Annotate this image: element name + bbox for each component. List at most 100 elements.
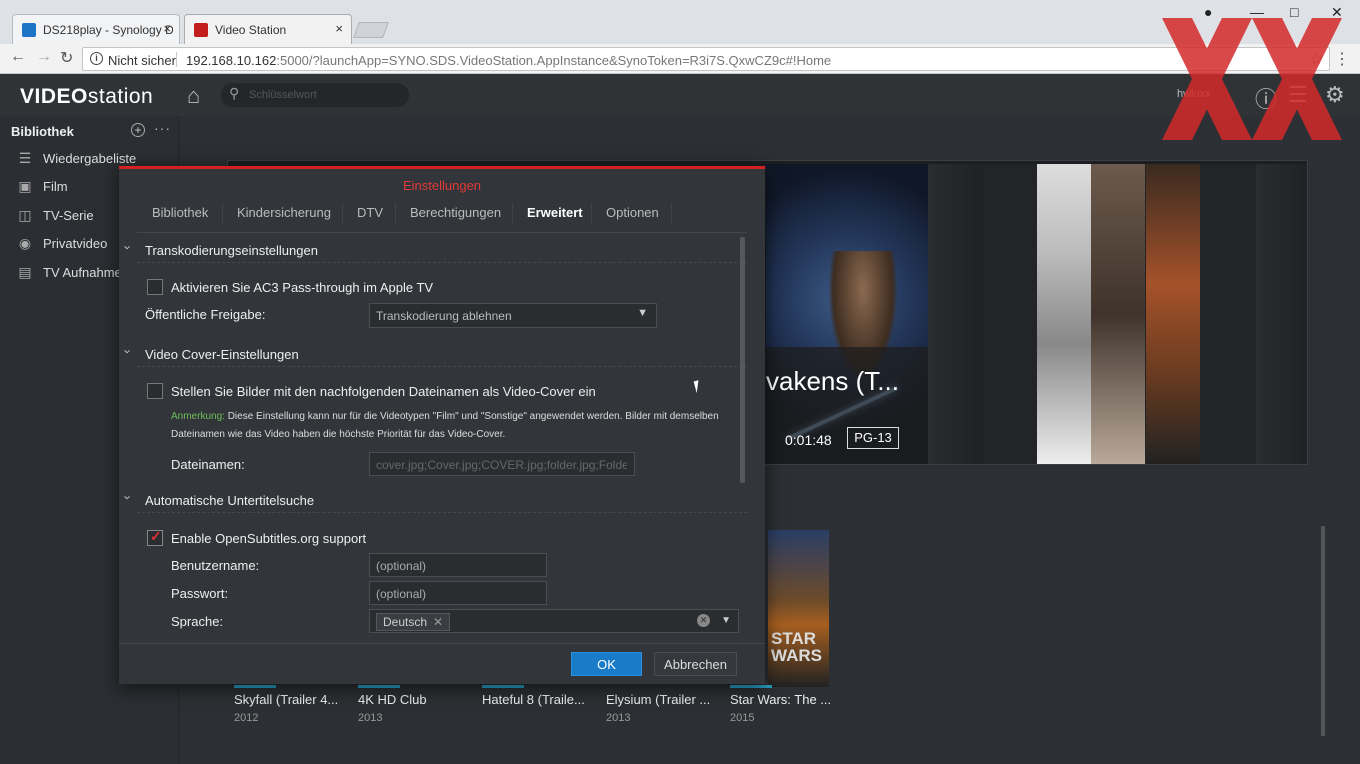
section-divider <box>137 262 747 263</box>
section-transcoding[interactable]: › Transkodierungseinstellungen <box>121 243 318 258</box>
dialog-scrollbar[interactable] <box>740 237 745 483</box>
thumbnail-year: 2012 <box>234 712 259 724</box>
clear-icon[interactable]: ✕ <box>697 614 710 627</box>
browser-menu-icon[interactable]: ⋮ <box>1334 49 1350 69</box>
section-title: Video Cover-Einstellungen <box>145 347 299 362</box>
opensubtitles-checkbox[interactable]: ✓ <box>147 528 163 546</box>
filenames-label: Dateinamen: <box>171 457 245 472</box>
filenames-input[interactable] <box>376 457 627 472</box>
sidebar-item-label: TV Aufnahme <box>43 265 122 280</box>
thumbnail-title: Star Wars: The ... <box>730 692 832 707</box>
tab-options[interactable]: Optionen <box>606 205 659 220</box>
browser-tab-dsm[interactable]: DS218play - Synology D × <box>12 14 180 44</box>
url-text[interactable]: 192.168.10.162:5000/?launchApp=SYNO.SDS.… <box>186 53 831 68</box>
add-library-icon[interactable]: + <box>131 123 145 137</box>
progress-bar <box>234 685 276 688</box>
progress-bar <box>482 685 524 688</box>
filenames-field[interactable] <box>369 452 635 476</box>
chevron-down-icon[interactable]: ▼ <box>721 615 731 626</box>
tasks-icon[interactable]: ☰ <box>1288 82 1308 108</box>
settings-gear-icon[interactable]: ⚙ <box>1325 82 1345 108</box>
dsm-favicon-icon <box>22 23 36 37</box>
back-icon[interactable]: ← <box>10 48 26 66</box>
tab-parental-control[interactable]: Kindersicherung <box>237 205 331 220</box>
language-label: Sprache: <box>171 614 224 629</box>
footer-divider <box>119 643 765 644</box>
divider <box>176 52 177 67</box>
chevron-down-icon: ▼ <box>637 307 648 319</box>
search-box[interactable]: ⚲ <box>221 83 409 107</box>
browser-tab-video-station[interactable]: Video Station × <box>184 14 352 44</box>
forward-icon[interactable]: → <box>36 48 52 66</box>
info-icon[interactable]: i <box>90 52 103 65</box>
cover-note: Anmerkung: Diese Einstellung kann nur fü… <box>171 408 731 444</box>
ac3-passthrough-checkbox[interactable] <box>147 279 163 295</box>
url-host: 192.168.10.162 <box>186 53 277 68</box>
bookmark-star-icon[interactable]: ☆ <box>1310 50 1323 68</box>
note-text: Diese Einstellung kann nur für die Video… <box>171 411 719 440</box>
security-label: Nicht sicher <box>108 53 176 68</box>
search-input[interactable] <box>249 87 399 103</box>
tab-permissions[interactable]: Berechtigungen <box>410 205 501 220</box>
new-tab-button[interactable] <box>353 22 389 38</box>
tab-divider <box>591 203 592 223</box>
select-value: Transkodierung ablehnen <box>376 309 512 323</box>
browser-toolbar: ← → ↻ i Nicht sicher 192.168.10.162:5000… <box>0 44 1360 74</box>
username-label: Benutzername: <box>171 558 260 573</box>
more-options-icon[interactable]: ··· <box>154 120 171 136</box>
dialog-title: Einstellungen <box>402 178 482 193</box>
tab-close-icon[interactable]: × <box>163 21 171 36</box>
username-input[interactable] <box>376 558 544 573</box>
sidebar-item-label: TV-Serie <box>43 208 94 223</box>
password-label: Passwort: <box>171 586 229 601</box>
reload-icon[interactable]: ↻ <box>60 48 73 68</box>
tab-advanced[interactable]: Erweitert <box>527 205 583 220</box>
tab-close-icon[interactable]: × <box>335 21 343 36</box>
main-scrollbar[interactable] <box>1321 526 1325 736</box>
chevron-down-icon: › <box>120 495 136 500</box>
section-subtitles[interactable]: › Automatische Untertitelsuche <box>121 493 314 508</box>
user-menu[interactable]: hwluxx <box>1177 88 1211 100</box>
chip-remove-icon[interactable]: ✕ <box>433 615 443 629</box>
hero-runtime: 0:01:48 <box>785 432 832 448</box>
hero-chevron-right <box>1256 164 1307 464</box>
ok-button[interactable]: OK <box>571 652 642 676</box>
address-bar[interactable]: i Nicht sicher 192.168.10.162:5000/?laun… <box>82 47 1330 71</box>
sidebar-header: Bibliothek <box>11 124 74 139</box>
cancel-button[interactable]: Abbrechen <box>654 652 737 676</box>
tab-divider <box>671 203 672 223</box>
chip-label: Deutsch <box>383 615 428 629</box>
tab-divider <box>395 203 396 223</box>
password-input[interactable] <box>376 586 544 601</box>
film-icon: ▣ <box>18 178 32 194</box>
starwars-poster[interactable]: STAR WARS <box>768 530 829 687</box>
language-chip[interactable]: Deutsch ✕ <box>376 613 451 631</box>
minimize-icon[interactable]: — <box>1250 4 1264 20</box>
cover-images-checkbox[interactable] <box>147 383 163 399</box>
tab-library[interactable]: Bibliothek <box>152 205 208 220</box>
username-field[interactable] <box>369 553 547 577</box>
camera-icon: ◉ <box>18 235 32 251</box>
tab-dtv[interactable]: DTV <box>357 205 383 220</box>
language-select[interactable]: Deutsch ✕ ✕ ▼ <box>369 609 739 633</box>
tab-divider <box>512 203 513 223</box>
password-field[interactable] <box>369 581 547 605</box>
settings-dialog: Einstellungen Bibliothek Kindersicherung… <box>119 166 765 684</box>
section-cover[interactable]: › Video Cover-Einstellungen <box>121 347 299 362</box>
app-logo: VIDEOstation <box>20 85 153 109</box>
public-share-select[interactable]: Transkodierung ablehnen ▼ <box>369 303 657 328</box>
search-icon: ⚲ <box>229 85 240 101</box>
hero-chevron-left <box>928 164 983 464</box>
home-icon[interactable]: ⌂ <box>187 83 200 109</box>
window-close-icon[interactable]: ✕ <box>1331 4 1343 21</box>
note-prefix: Anmerkung: <box>171 411 225 422</box>
video-station-favicon-icon <box>194 23 208 37</box>
ac3-passthrough-label: Aktivieren Sie AC3 Pass-through im Apple… <box>171 280 434 295</box>
help-icon[interactable]: ⓘ <box>1255 82 1277 114</box>
profile-icon[interactable]: ● <box>1204 4 1212 20</box>
thumbnail-title: Hateful 8 (Traile... <box>482 692 585 707</box>
url-path: :5000/?launchApp=SYNO.SDS.VideoStation.A… <box>276 53 832 68</box>
tv-icon: ◫ <box>18 207 32 223</box>
section-divider <box>137 366 747 367</box>
maximize-icon[interactable]: □ <box>1290 4 1298 20</box>
